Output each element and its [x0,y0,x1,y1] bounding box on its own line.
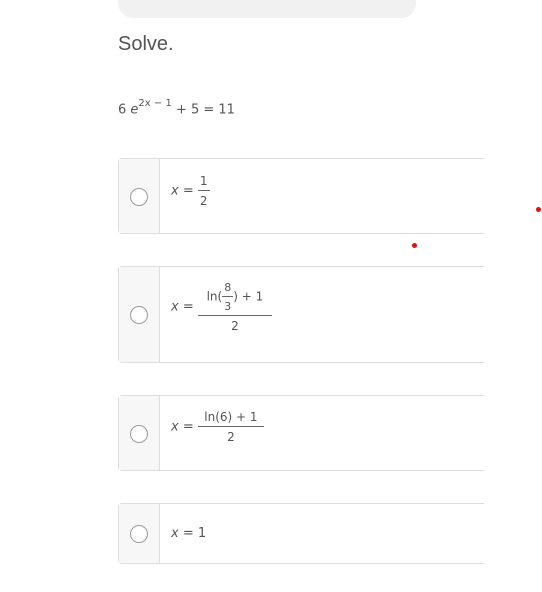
radio-button[interactable] [130,525,148,543]
numerator: ln(6) + 1 [204,410,258,424]
equals-sign: = [182,183,194,199]
equals-sign: = [182,299,194,315]
inner-fraction: 83 [222,281,234,313]
radio-column [119,159,160,233]
red-dot-marker [536,207,541,212]
variable: x [171,183,179,199]
radio-button[interactable] [130,306,148,324]
numerator: ln(8 3) + 1 [206,281,264,313]
fraction: ln(8 3) + 1 2 [197,281,272,333]
variable: x [171,419,179,435]
equals-sign: = [182,419,194,435]
fraction: 1 2 [197,174,210,208]
answer-choice-2[interactable]: x = ln(8 3) + 1 2 [118,266,484,363]
numerator: 1 [199,174,208,188]
variable: x [171,526,179,541]
equation-exponent: 2x − 1 [138,98,172,109]
denominator: 2 [197,315,272,333]
radio-column [119,267,160,362]
choice-expression: x = 1 [171,526,206,563]
answer-choice-3[interactable]: x = ln(6) + 1 2 [118,395,484,471]
equation-coefficient: 6 [118,102,127,118]
ln-function: ln [206,289,218,304]
answer-choice-4[interactable]: x = 1 [118,503,484,564]
choice-expression: x = ln(6) + 1 2 [171,410,264,470]
inner-numerator: 8 [224,281,232,294]
radio-column [119,504,160,563]
denominator: 2 [197,190,210,208]
radio-button[interactable] [130,188,148,206]
variable: x [171,299,179,315]
value: 1 [197,526,207,541]
denominator: 2 [197,426,264,444]
answer-choice-1[interactable]: x = 1 2 [118,158,484,234]
radio-column [119,396,160,470]
equation: 6 e2x − 1 + 5 = 11 [118,98,235,118]
plus-one: + 1 [241,289,264,304]
top-panel-edge [118,0,416,18]
choice-expression: x = ln(8 3) + 1 2 [171,281,272,362]
radio-button[interactable] [130,425,148,443]
fraction: ln(6) + 1 2 [197,410,264,444]
question-prompt: Solve. [118,33,174,55]
inner-denominator: 3 [222,296,234,313]
equals-sign: = [182,526,194,541]
equation-rest: + 5 = 11 [175,102,235,118]
red-dot-marker [412,243,417,248]
choice-expression: x = 1 2 [171,174,210,233]
